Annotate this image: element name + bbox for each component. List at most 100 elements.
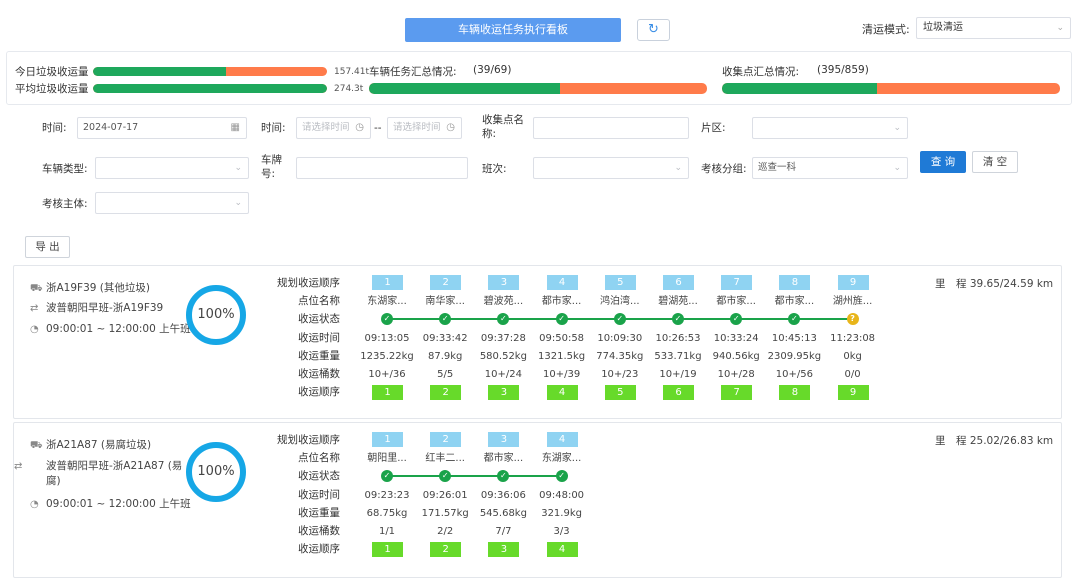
group-select[interactable]: 巡查一科 ⌄ [752,157,908,179]
planned-seq-badge: 2 [430,275,462,290]
row-label: 收运状态 [298,470,340,482]
collect-bins: 3/3 [553,526,570,537]
clock-icon: ◔ [30,324,39,335]
actual-order-badge: 6 [663,385,694,400]
collect-bins: 10+/56 [775,369,813,380]
mode-select[interactable]: 垃圾清运 ⌄ [916,17,1071,39]
collect-time: 10:09:30 [597,333,643,344]
actual-order-badge: 3 [488,385,520,400]
check-icon: ✓ [497,313,510,325]
chevron-down-icon: ⌄ [893,123,901,133]
refresh-button[interactable]: ↻ [637,19,670,41]
collect-weight: 321.9kg [541,508,582,519]
actual-order-badge: 9 [837,385,869,400]
today-collection-value: 157.41t [334,67,370,77]
point-name[interactable]: 鸿泊湾... [591,295,649,308]
check-icon: ✓ [672,313,684,325]
subject-select[interactable]: ⌄ [95,192,249,214]
point-name[interactable]: 都市家... [533,295,591,308]
row-label: 收运顺序 [298,543,340,555]
time-end-input[interactable]: 请选择时间 ◷ [387,117,462,139]
check-icon: ✓ [381,470,393,482]
point-name[interactable]: 南华家... [416,295,474,308]
point-name[interactable]: 碧湖苑... [649,295,707,308]
vehicle-card: ⛟ 浙A21A87 (易腐垃圾) ⇄ 波普朝阳早班-浙A21A87 (易腐) ◔ 09:0… [13,422,1062,578]
planned-seq-badge: 6 [663,275,694,290]
actual-order-badge: 1 [372,542,403,557]
collect-bins: 10+/36 [368,369,406,380]
point-name-input[interactable] [533,117,689,139]
row-label: 点位名称 [298,452,340,464]
collect-weight: 1235.22kg [360,351,414,362]
collect-time: 09:33:42 [422,333,468,344]
collect-weight: 68.75kg [366,508,408,519]
truck-icon: ⛟ [30,440,43,451]
check-icon: ✓ [555,470,568,482]
collect-time: 09:36:06 [480,490,526,501]
vehicle-type-select[interactable]: ⌄ [95,157,249,179]
task-summary-bar [369,83,707,94]
collect-bins: 1/1 [378,526,396,537]
today-collection-label: 今日垃圾收运量 [15,66,89,78]
today-collection-bar [93,67,327,76]
planned-seq-badge: 3 [488,432,520,447]
point-name-label: 收集点名称: [482,114,524,140]
group-label: 考核分组: [701,163,747,175]
point-name[interactable]: 湖州旌... [824,295,882,308]
actual-order-badge: 7 [721,385,753,400]
query-button[interactable]: 查 询 [920,151,966,173]
collect-time: 09:26:01 [422,490,468,501]
planned-seq-badge: 4 [546,432,578,447]
time-label: 时间: [261,122,286,134]
collect-bins: 10+/19 [659,369,697,380]
today-collection-fill [93,67,227,76]
shift-label: 班次: [482,163,507,175]
point-summary-label: 收集点汇总情况: [722,66,800,78]
subject-label: 考核主体: [42,198,88,210]
planned-seq-badge: 7 [721,275,753,290]
collect-weight: 0kg [843,351,862,362]
point-name[interactable]: 都市家... [474,452,532,465]
plate-input[interactable] [296,157,468,179]
collect-time: 11:23:08 [830,333,876,344]
point-name[interactable]: 朝阳里... [358,452,416,465]
point-summary-bar [722,83,1060,94]
check-icon: ✓ [613,313,626,325]
chevron-down-icon: ⌄ [234,163,242,173]
collect-weight: 774.35kg [596,351,644,362]
check-icon: ✓ [497,470,510,482]
point-name[interactable]: 都市家... [765,295,823,308]
summary-panel: 今日垃圾收运量 157.41t 平均垃圾收运量 274.3t 车辆任务汇总情况:… [6,51,1072,105]
point-summary-value: (395/859) [817,64,869,76]
collect-time: 09:37:28 [480,333,526,344]
point-name[interactable]: 都市家... [707,295,765,308]
dashboard-title-button[interactable]: 车辆收运任务执行看板 [405,18,621,42]
point-name[interactable]: 东湖家... [533,452,591,465]
planned-seq-badge: 8 [779,275,811,290]
point-name[interactable]: 东湖家... [358,295,416,308]
area-select[interactable]: ⌄ [752,117,908,139]
date-picker[interactable]: 2024-07-17 ▦ [77,117,247,139]
collect-time: 10:33:24 [713,333,759,344]
row-label: 收运重量 [298,507,340,519]
clear-button[interactable]: 清 空 [972,151,1018,173]
actual-order-badge: 4 [546,542,578,557]
row-label: 收运时间 [298,489,340,501]
collect-time: 09:13:05 [364,333,410,344]
collect-bins: 10+/28 [717,369,755,380]
row-label: 收运状态 [298,313,340,325]
time-start-input[interactable]: 请选择时间 ◷ [296,117,371,139]
shift-select[interactable]: ⌄ [533,157,689,179]
mileage-readout: 里 程 25.02/26.83 km [935,435,1054,447]
vehicle-shift-text: 09:00:01 ~ 12:00:00 上午班 [46,323,191,335]
point-name[interactable]: 碧波苑... [474,295,532,308]
chevron-down-icon: ⌄ [893,163,901,173]
point-name[interactable]: 红丰二... [416,452,474,465]
question-icon: ? [846,313,859,325]
export-button[interactable]: 导 出 [25,236,70,258]
avg-collection-fill [93,84,327,93]
collect-weight: 171.57kg [421,508,469,519]
avg-collection-bar [93,84,327,93]
collect-time: 09:23:23 [364,490,410,501]
vehicle-route: ⇄ 波普朝阳早班-浙A21A87 (易腐) [14,459,190,489]
